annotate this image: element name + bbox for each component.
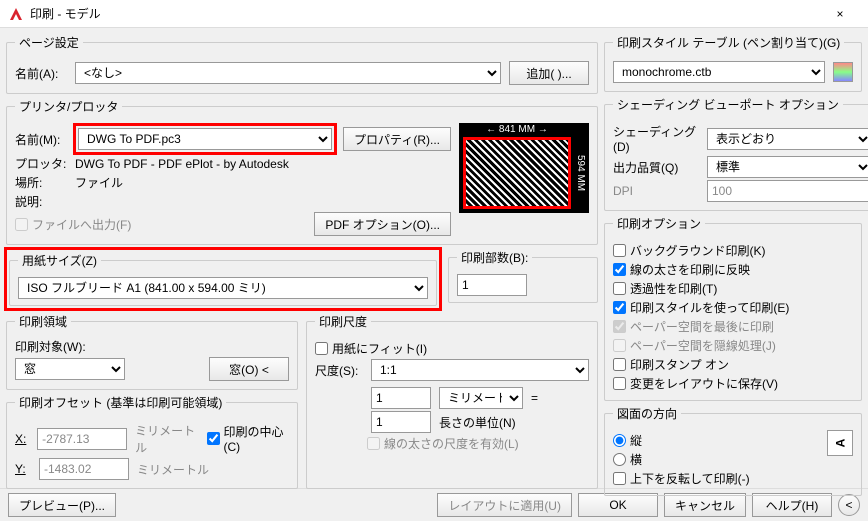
ok-button[interactable]: OK [578,493,658,517]
quality-select[interactable]: 標準 [707,156,868,178]
orientation-preview-icon: A [827,430,853,456]
copies-group: 印刷部数(B): [448,249,598,303]
offset-x-label: X: [15,432,29,446]
paper-size-highlight: 用紙サイズ(Z) ISO フルブリード A1 (841.00 x 594.00 … [4,247,442,311]
quality-label: 出力品質(Q) [613,159,699,176]
fit-paper-check[interactable]: 用紙にフィット(I) [315,340,589,357]
scale-unit-select[interactable]: ミリメートル [439,387,523,409]
copies-input[interactable] [457,274,527,296]
offset-y-input [39,458,129,480]
opt-pslast: ペーパー空間を最後に印刷 [613,318,853,335]
pagesetup-add-button[interactable]: 追加( )... [509,61,589,85]
scale-legend: 印刷尺度 [315,313,371,330]
collapse-button[interactable]: < [838,494,860,516]
offset-y-unit: ミリメートル [137,461,209,478]
apply-layout-button: レイアウトに適用(U) [437,493,572,517]
preview-height-label: 594 MM [575,137,586,209]
style-table-legend: 印刷スタイル テーブル (ペン割り当て)(G) [613,34,844,51]
orient-portrait[interactable]: 縦 [613,432,827,449]
opt-style[interactable]: 印刷スタイルを使って印刷(E) [613,299,853,316]
shade-select[interactable]: 表示どおり [707,128,868,150]
pdf-options-button[interactable]: PDF オプション(O)... [314,212,451,236]
plot-area-legend: 印刷領域 [15,313,71,330]
offset-legend: 印刷オフセット (基準は印刷可能領域) [15,394,226,411]
opt-stamp[interactable]: 印刷スタンプ オン [613,356,853,373]
orient-landscape[interactable]: 横 [613,451,827,468]
help-button[interactable]: ヘルプ(H) [752,493,832,517]
paper-size-legend: 用紙サイズ(Z) [18,252,101,269]
copies-legend: 印刷部数(B): [457,249,532,266]
file-output-check: ファイルへ出力(F) [15,216,131,233]
opt-pshide: ペーパー空間を隠線処理(J) [613,337,853,354]
style-table-edit-icon[interactable] [833,62,853,82]
orientation-group: 図面の方向 縦 横 上下を反転して印刷(-) A [604,405,862,496]
printer-group: プリンタ/プロッタ 名前(M): DWG To PDF.pc3 プロパティ(R)… [6,98,598,245]
dpi-input [707,180,868,202]
file-output-checkbox [15,218,28,231]
cancel-button[interactable]: キャンセル [664,493,746,517]
pagesetup-name-select[interactable]: <なし> [75,62,501,84]
shading-group: シェーディング ビューポート オプション シェーディング(D) 表示どおり 出力品… [604,96,868,211]
close-icon: × [836,7,843,21]
scale-group: 印刷尺度 用紙にフィット(I) 尺度(S): 1:1 ミリメートル = [306,313,598,489]
style-table-select[interactable]: monochrome.ctb [613,61,825,83]
shade-label: シェーディング(D) [613,123,699,154]
page-setup-group: ページ設定 名前(A): <なし> 追加( )... [6,34,598,94]
scale-select[interactable]: 1:1 [371,359,589,381]
scale-den-input[interactable] [371,411,431,433]
paper-preview: ← 841 MM → 594 MM [459,123,589,213]
desc-label: 説明: [15,193,67,210]
scale-lw-checkbox [367,437,380,450]
pagesetup-name-label: 名前(A): [15,65,67,82]
scale-label: 尺度(S): [315,362,363,379]
chevron-left-icon: < [845,498,852,512]
style-table-group: 印刷スタイル テーブル (ペン割り当て)(G) monochrome.ctb [604,34,862,92]
plot-target-label: 印刷対象(W): [15,338,289,355]
shading-legend: シェーディング ビューポート オプション [613,96,843,113]
plotter-value: DWG To PDF - PDF ePlot - by Autodesk [75,157,289,171]
center-plot-check[interactable]: 印刷の中心(C) [207,423,289,454]
printer-legend: プリンタ/プロッタ [15,98,122,115]
window-pick-button[interactable]: 窓(O) < [209,357,289,381]
dpi-label: DPI [613,184,699,198]
preview-button[interactable]: プレビュー(P)... [8,493,116,517]
place-value: ファイル [75,174,123,191]
close-button[interactable]: × [820,0,860,28]
printer-properties-button[interactable]: プロパティ(R)... [343,127,451,151]
scale-eq: = [531,391,538,405]
printer-name-select[interactable]: DWG To PDF.pc3 [78,128,332,150]
orient-flip[interactable]: 上下を反転して印刷(-) [613,470,827,487]
preview-width-label: ← 841 MM → [463,124,571,135]
app-logo-icon [8,6,24,22]
print-options-legend: 印刷オプション [613,215,705,232]
opt-save[interactable]: 変更をレイアウトに保存(V) [613,375,853,392]
scale-len-label: 長さの単位(N) [439,414,516,431]
opt-lw[interactable]: 線の太さを印刷に反映 [613,261,853,278]
title-bar: 印刷 - モデル × [0,0,868,28]
opt-bg[interactable]: バックグラウンド印刷(K) [613,242,853,259]
preview-hatch-highlight [463,137,571,209]
printer-name-highlight: DWG To PDF.pc3 [73,123,337,155]
page-setup-legend: ページ設定 [15,34,83,51]
offset-x-unit: ミリメートル [135,422,198,456]
offset-x-input [37,428,127,450]
printer-name-label: 名前(M): [15,131,67,148]
plot-area-group: 印刷領域 印刷対象(W): 窓 窓(O) < [6,313,298,390]
offset-y-label: Y: [15,462,31,476]
plotter-label: プロッタ: [15,155,67,172]
orientation-legend: 図面の方向 [613,405,681,422]
window-title: 印刷 - モデル [30,5,101,22]
paper-size-select[interactable]: ISO フルブリード A1 (841.00 x 594.00 ミリ) [18,277,428,299]
offset-group: 印刷オフセット (基準は印刷可能領域) X: ミリメートル 印刷の中心(C) Y… [6,394,298,489]
scale-num-input[interactable] [371,387,431,409]
place-label: 場所: [15,174,67,191]
paper-size-group: 用紙サイズ(Z) ISO フルブリード A1 (841.00 x 594.00 … [9,252,437,306]
fit-paper-checkbox[interactable] [315,342,328,355]
scale-lw-check: 線の太さの尺度を有効(L) [367,435,589,452]
opt-trans[interactable]: 透過性を印刷(T) [613,280,853,297]
plot-target-select[interactable]: 窓 [15,358,125,380]
print-options-group: 印刷オプション バックグラウンド印刷(K) 線の太さを印刷に反映 透過性を印刷(… [604,215,862,401]
center-plot-checkbox[interactable] [207,432,220,445]
